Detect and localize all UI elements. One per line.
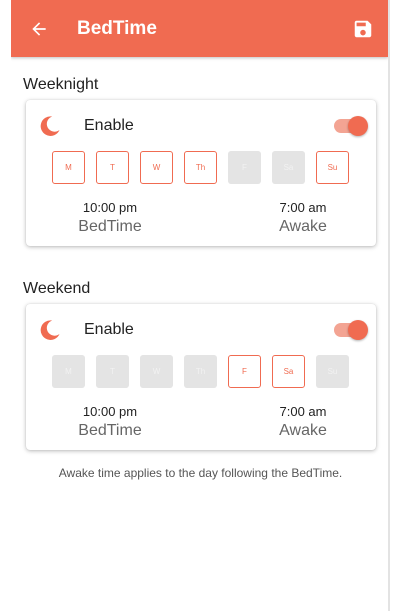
arrow-left-icon: [32, 21, 46, 36]
weeknight-enable-label: Enable: [84, 117, 134, 134]
weeknight-bedtime-label: BedTime: [78, 218, 142, 235]
weekend-card: Enable M T W Th F Sa Su 10:00 pm BedTime…: [26, 304, 376, 450]
weekend-day-sat[interactable]: Sa: [272, 355, 305, 388]
weekend-bedtime-picker[interactable]: 10:00 pm BedTime: [62, 404, 158, 440]
back-button[interactable]: [11, 0, 67, 57]
page-title: BedTime: [77, 17, 157, 39]
weeknight-day-sun[interactable]: Su: [316, 151, 349, 184]
weeknight-awake-picker[interactable]: 7:00 am Awake: [248, 200, 358, 236]
bedtime-screen: BedTime Weeknight Enable M T W Th F Sa S…: [11, 0, 390, 611]
toggle-thumb: [348, 116, 368, 136]
weeknight-card: Enable M T W Th F Sa Su 10:00 pm BedTime…: [26, 100, 376, 246]
floppy-disk-icon: [354, 20, 372, 37]
weekend-day-wed[interactable]: W: [140, 355, 173, 388]
weeknight-day-mon[interactable]: M: [52, 151, 85, 184]
moon-icon: [40, 320, 60, 340]
weekend-day-mon[interactable]: M: [52, 355, 85, 388]
weeknight-day-tue[interactable]: T: [96, 151, 129, 184]
app-bar: BedTime: [11, 0, 388, 57]
weekend-awake-value: 7:00 am: [279, 404, 327, 419]
weeknight-enable-toggle[interactable]: [334, 116, 368, 136]
weeknight-day-thu[interactable]: Th: [184, 151, 217, 184]
toggle-thumb: [348, 320, 368, 340]
weeknight-section-title: Weeknight: [23, 76, 99, 93]
weeknight-awake-value: 7:00 am: [279, 200, 327, 215]
weekend-bedtime-value: 10:00 pm: [82, 404, 138, 419]
weekend-bedtime-label: BedTime: [78, 422, 142, 439]
save-button[interactable]: [338, 0, 388, 57]
weeknight-day-fri[interactable]: F: [228, 151, 261, 184]
weeknight-day-sat[interactable]: Sa: [272, 151, 305, 184]
moon-icon: [40, 116, 60, 136]
weekend-day-sun[interactable]: Su: [316, 355, 349, 388]
weekend-day-fri[interactable]: F: [228, 355, 261, 388]
weeknight-awake-label: Awake: [279, 218, 327, 235]
weekend-awake-label: Awake: [279, 422, 327, 439]
weekend-awake-picker[interactable]: 7:00 am Awake: [248, 404, 358, 440]
weeknight-bedtime-value: 10:00 pm: [82, 200, 138, 215]
weekend-enable-toggle[interactable]: [334, 320, 368, 340]
weekend-day-thu[interactable]: Th: [184, 355, 217, 388]
awake-time-note: Awake time applies to the day following …: [58, 466, 343, 480]
weekend-day-tue[interactable]: T: [96, 355, 129, 388]
weekend-day-selector: M T W Th F Sa Su: [52, 355, 352, 389]
weeknight-day-selector: M T W Th F Sa Su: [52, 151, 352, 185]
weekend-enable-label: Enable: [84, 321, 134, 338]
weeknight-day-wed[interactable]: W: [140, 151, 173, 184]
weekend-section-title: Weekend: [23, 280, 91, 297]
weeknight-bedtime-picker[interactable]: 10:00 pm BedTime: [62, 200, 158, 236]
